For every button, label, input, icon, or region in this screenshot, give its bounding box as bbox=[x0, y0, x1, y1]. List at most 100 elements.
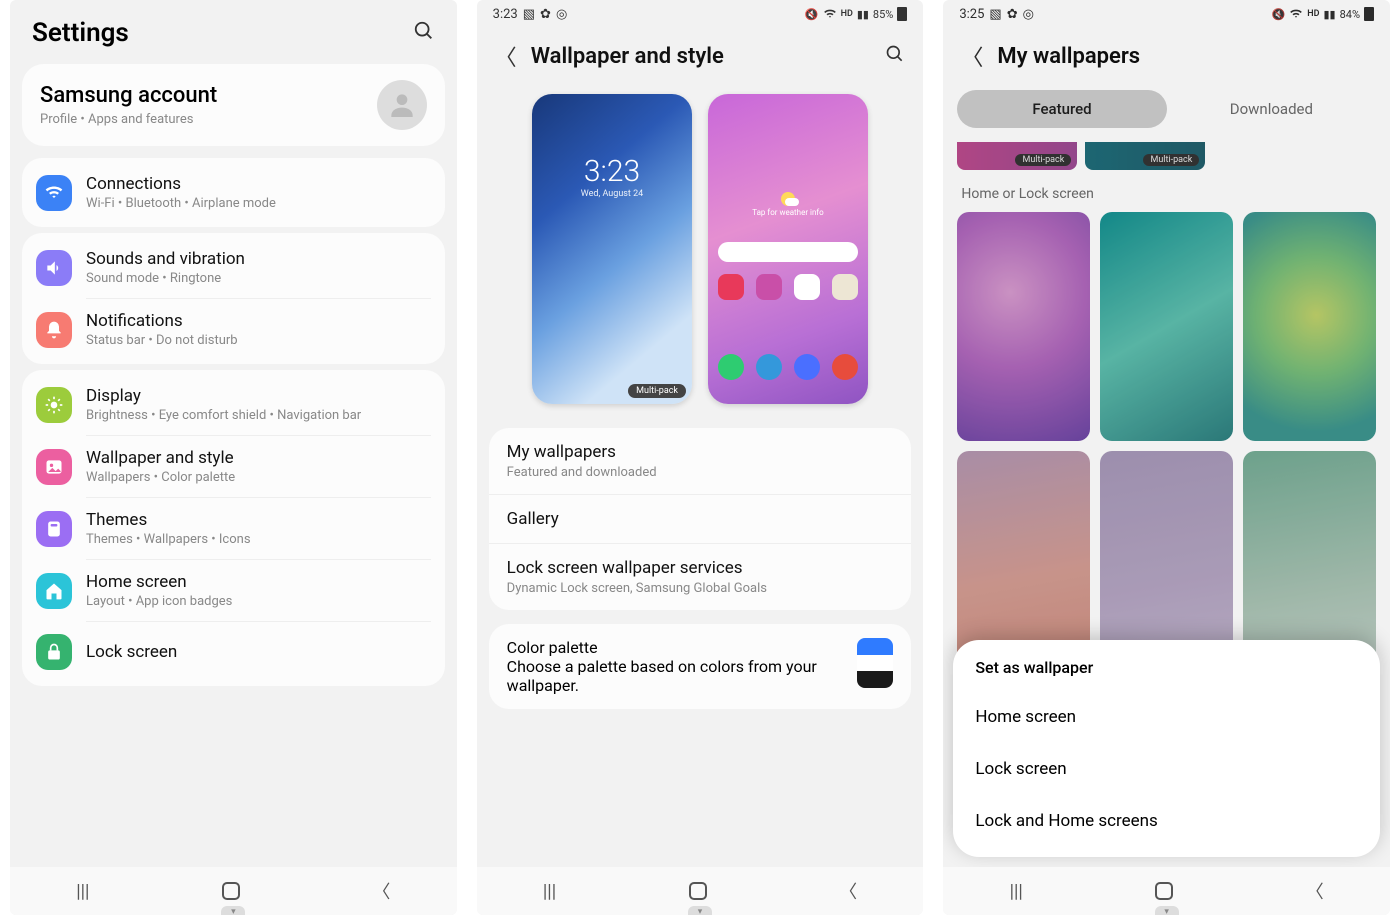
palette-title: Color palette bbox=[507, 638, 844, 657]
back-icon[interactable]: 〈 bbox=[961, 40, 983, 72]
list-item-lock-screen-wallpaper-services[interactable]: Lock screen wallpaper servicesDynamic Lo… bbox=[489, 543, 912, 610]
home-button[interactable] bbox=[689, 882, 707, 900]
list-item-my-wallpapers[interactable]: My wallpapersFeatured and downloaded bbox=[489, 428, 912, 494]
palette-chip bbox=[857, 638, 893, 688]
homescreen-preview[interactable]: Tap for weather info bbox=[708, 94, 868, 404]
option-home-screen[interactable]: Home screen bbox=[975, 691, 1358, 743]
recents-button[interactable]: ||| bbox=[1010, 881, 1023, 902]
expand-handle[interactable]: ▾ bbox=[221, 906, 245, 915]
home-button[interactable] bbox=[1155, 882, 1173, 900]
settings-item-display[interactable]: DisplayBrightness • Eye comfort shield •… bbox=[22, 374, 445, 435]
wifi-icon bbox=[1289, 7, 1303, 22]
app-icon bbox=[718, 354, 744, 380]
preview-searchbar bbox=[718, 242, 858, 262]
status-bar: 3:25 ▧ ✿ ◎ 🔇 HD ▮▮ 84% bbox=[943, 0, 1390, 28]
tab-featured[interactable]: Featured bbox=[957, 90, 1166, 128]
gear-icon: ✿ bbox=[540, 7, 551, 22]
wallpaper-style-screen: 3:23 ▧ ✿ ◎ 🔇 HD ▮▮ 85% 〈 Wallpaper and s… bbox=[477, 0, 924, 915]
app-icon bbox=[832, 354, 858, 380]
expand-handle[interactable]: ▾ bbox=[1155, 906, 1179, 915]
battery-icon bbox=[1364, 7, 1374, 21]
settings-item-wallpaper-and-style[interactable]: Wallpaper and styleWallpapers • Color pa… bbox=[22, 436, 445, 497]
lock-icon bbox=[36, 634, 72, 670]
home-button[interactable] bbox=[222, 882, 240, 900]
weather-text: Tap for weather info bbox=[752, 208, 823, 217]
account-subtitle: Profile • Apps and features bbox=[40, 112, 217, 127]
settings-item-connections[interactable]: ConnectionsWi-Fi • Bluetooth • Airplane … bbox=[22, 162, 445, 223]
wallpaper-thumb[interactable] bbox=[957, 212, 1090, 441]
settings-screen: Settings Samsung account Profile • Apps … bbox=[10, 0, 457, 915]
multipack-badge: Multi-pack bbox=[628, 384, 686, 398]
color-palette-item[interactable]: Color palette Choose a palette based on … bbox=[489, 624, 912, 709]
my-wallpapers-screen: 3:25 ▧ ✿ ◎ 🔇 HD ▮▮ 84% 〈 My wallpapers F… bbox=[943, 0, 1390, 915]
multipack-badge: Multi-pack bbox=[1015, 154, 1071, 166]
back-button[interactable]: 〈 bbox=[1306, 878, 1324, 904]
recents-button[interactable]: ||| bbox=[543, 881, 556, 902]
wifi-icon bbox=[823, 7, 837, 22]
wallpaper-thumb[interactable] bbox=[1100, 212, 1233, 441]
expand-handle[interactable]: ▾ bbox=[688, 906, 712, 915]
location-icon: ◎ bbox=[1023, 7, 1034, 22]
back-button[interactable]: 〈 bbox=[372, 878, 390, 904]
image-icon: ▧ bbox=[989, 7, 1001, 22]
mute-icon: 🔇 bbox=[805, 8, 819, 21]
option-lock-and-home[interactable]: Lock and Home screens bbox=[975, 795, 1358, 847]
gear-icon: ✿ bbox=[1007, 7, 1018, 22]
signal-icon: ▮▮ bbox=[857, 8, 869, 21]
battery-pct: 84% bbox=[1340, 8, 1360, 21]
sound-icon bbox=[36, 250, 72, 286]
sheet-title: Set as wallpaper bbox=[975, 658, 1358, 677]
app-icon bbox=[756, 354, 782, 380]
status-time: 3:25 bbox=[959, 7, 984, 22]
avatar-icon bbox=[377, 80, 427, 130]
option-lock-screen[interactable]: Lock screen bbox=[975, 743, 1358, 795]
status-time: 3:23 bbox=[493, 7, 518, 22]
search-icon[interactable] bbox=[885, 44, 905, 68]
settings-item-sounds-and-vibration[interactable]: Sounds and vibrationSound mode • Rington… bbox=[22, 237, 445, 298]
wifi-icon bbox=[36, 175, 72, 211]
app-icon bbox=[794, 354, 820, 380]
signal-icon: ▮▮ bbox=[1323, 8, 1335, 21]
app-icon bbox=[832, 274, 858, 300]
app-icon bbox=[794, 274, 820, 300]
battery-icon bbox=[897, 7, 907, 21]
wallpaper-thumb[interactable] bbox=[1243, 212, 1376, 441]
palette-sub: Choose a palette based on colors from yo… bbox=[507, 657, 844, 695]
page-title: My wallpapers bbox=[997, 44, 1372, 69]
lockscreen-preview[interactable]: 3:23 Wed, August 24 Multi-pack bbox=[532, 94, 692, 404]
multipack-badge: Multi-pack bbox=[1143, 154, 1199, 166]
tab-downloaded[interactable]: Downloaded bbox=[1167, 90, 1376, 128]
settings-item-themes[interactable]: ThemesThemes • Wallpapers • Icons bbox=[22, 498, 445, 559]
bell-icon bbox=[36, 312, 72, 348]
hd-badge: HD bbox=[841, 9, 853, 19]
tabs: Featured Downloaded bbox=[957, 90, 1376, 128]
account-title: Samsung account bbox=[40, 83, 217, 108]
back-icon[interactable]: 〈 bbox=[495, 40, 517, 72]
preview-date: Wed, August 24 bbox=[532, 189, 692, 199]
section-label: Home or Lock screen bbox=[943, 180, 1390, 212]
samsung-account-card[interactable]: Samsung account Profile • Apps and featu… bbox=[22, 64, 445, 146]
sun-icon bbox=[36, 387, 72, 423]
battery-pct: 85% bbox=[873, 8, 893, 21]
wallpaper-pack-thumb[interactable]: Multi-pack bbox=[1085, 142, 1205, 170]
list-item-gallery[interactable]: Gallery bbox=[489, 494, 912, 543]
page-title: Wallpaper and style bbox=[531, 44, 872, 69]
back-button[interactable]: 〈 bbox=[839, 878, 857, 904]
image-icon: ▧ bbox=[523, 7, 535, 22]
recents-button[interactable]: ||| bbox=[76, 881, 89, 902]
preview-clock: 3:23 bbox=[532, 154, 692, 189]
settings-item-notifications[interactable]: NotificationsStatus bar • Do not disturb bbox=[22, 299, 445, 360]
home-icon bbox=[36, 573, 72, 609]
hd-badge: HD bbox=[1307, 9, 1319, 19]
wallpaper-pack-thumb[interactable]: Multi-pack bbox=[957, 142, 1077, 170]
search-icon[interactable] bbox=[413, 20, 435, 47]
status-bar: 3:23 ▧ ✿ ◎ 🔇 HD ▮▮ 85% bbox=[477, 0, 924, 28]
app-icon bbox=[718, 274, 744, 300]
theme-icon bbox=[36, 511, 72, 547]
page-title: Settings bbox=[32, 18, 129, 48]
set-wallpaper-sheet: Set as wallpaper Home screen Lock screen… bbox=[953, 640, 1380, 857]
location-icon: ◎ bbox=[556, 7, 567, 22]
settings-item-lock-screen[interactable]: Lock screen bbox=[22, 622, 445, 682]
settings-item-home-screen[interactable]: Home screenLayout • App icon badges bbox=[22, 560, 445, 621]
mute-icon: 🔇 bbox=[1272, 8, 1286, 21]
